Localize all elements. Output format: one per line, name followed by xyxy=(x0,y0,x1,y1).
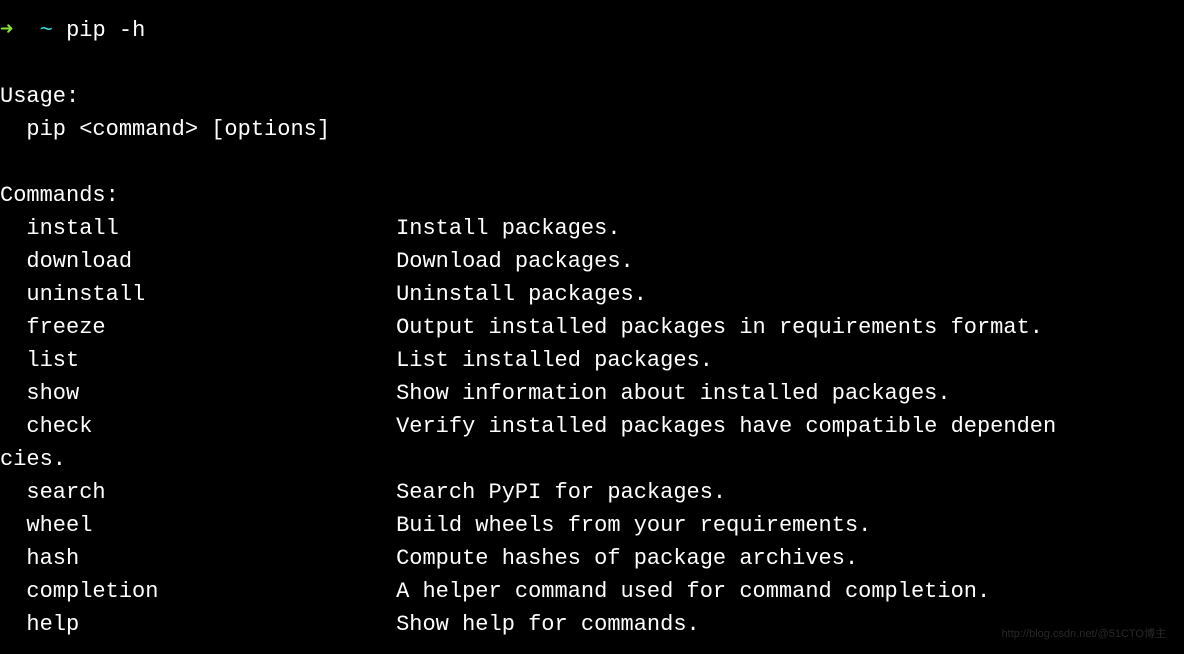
command-row: wheel Build wheels from your requirement… xyxy=(0,513,871,538)
command-desc: Search PyPI for packages. xyxy=(396,480,726,505)
command-name: list xyxy=(26,348,79,373)
command-name: help xyxy=(26,612,79,637)
command-wrap: cies. xyxy=(0,447,66,472)
prompt-arrow-icon: ➜ xyxy=(0,18,13,43)
command-name: show xyxy=(26,381,79,406)
command-name: install xyxy=(26,216,118,241)
command-desc: A helper command used for command comple… xyxy=(396,579,990,604)
command-desc: Compute hashes of package archives. xyxy=(396,546,858,571)
command-desc: Download packages. xyxy=(396,249,634,274)
command-name: hash xyxy=(26,546,79,571)
prompt-line[interactable]: ➜ ~ pip -h xyxy=(0,18,145,43)
command-desc: Uninstall packages. xyxy=(396,282,647,307)
command-desc: Show help for commands. xyxy=(396,612,700,637)
command-text: pip -h xyxy=(66,18,145,43)
command-row: hash Compute hashes of package archives. xyxy=(0,546,858,571)
command-row: freeze Output installed packages in requ… xyxy=(0,315,1043,340)
command-name: uninstall xyxy=(26,282,145,307)
command-row: list List installed packages. xyxy=(0,348,713,373)
command-row: check Verify installed packages have com… xyxy=(0,414,1056,439)
prompt-path: ~ xyxy=(40,18,53,43)
usage-line: pip <command> [options] xyxy=(0,117,330,142)
terminal-output: ➜ ~ pip -h Usage: pip <command> [options… xyxy=(0,0,1184,641)
commands-header: Commands: xyxy=(0,183,119,208)
command-row: install Install packages. xyxy=(0,216,621,241)
command-name: freeze xyxy=(26,315,105,340)
command-desc: List installed packages. xyxy=(396,348,713,373)
command-name: search xyxy=(26,480,105,505)
command-desc: Install packages. xyxy=(396,216,620,241)
watermark-text: http://blog.csdn.net/@51CTO博主 xyxy=(1002,626,1166,643)
command-desc: Show information about installed package… xyxy=(396,381,951,406)
command-name: check xyxy=(26,414,92,439)
command-name: download xyxy=(26,249,132,274)
command-row: uninstall Uninstall packages. xyxy=(0,282,647,307)
command-desc: Output installed packages in requirement… xyxy=(396,315,1043,340)
command-row: show Show information about installed pa… xyxy=(0,381,951,406)
command-row: download Download packages. xyxy=(0,249,634,274)
usage-header: Usage: xyxy=(0,84,79,109)
command-name: completion xyxy=(26,579,158,604)
command-name: wheel xyxy=(26,513,92,538)
command-row: completion A helper command used for com… xyxy=(0,579,990,604)
command-row: search Search PyPI for packages. xyxy=(0,480,726,505)
command-desc: Verify installed packages have compatibl… xyxy=(396,414,1056,439)
command-desc: Build wheels from your requirements. xyxy=(396,513,871,538)
command-row: help Show help for commands. xyxy=(0,612,700,637)
